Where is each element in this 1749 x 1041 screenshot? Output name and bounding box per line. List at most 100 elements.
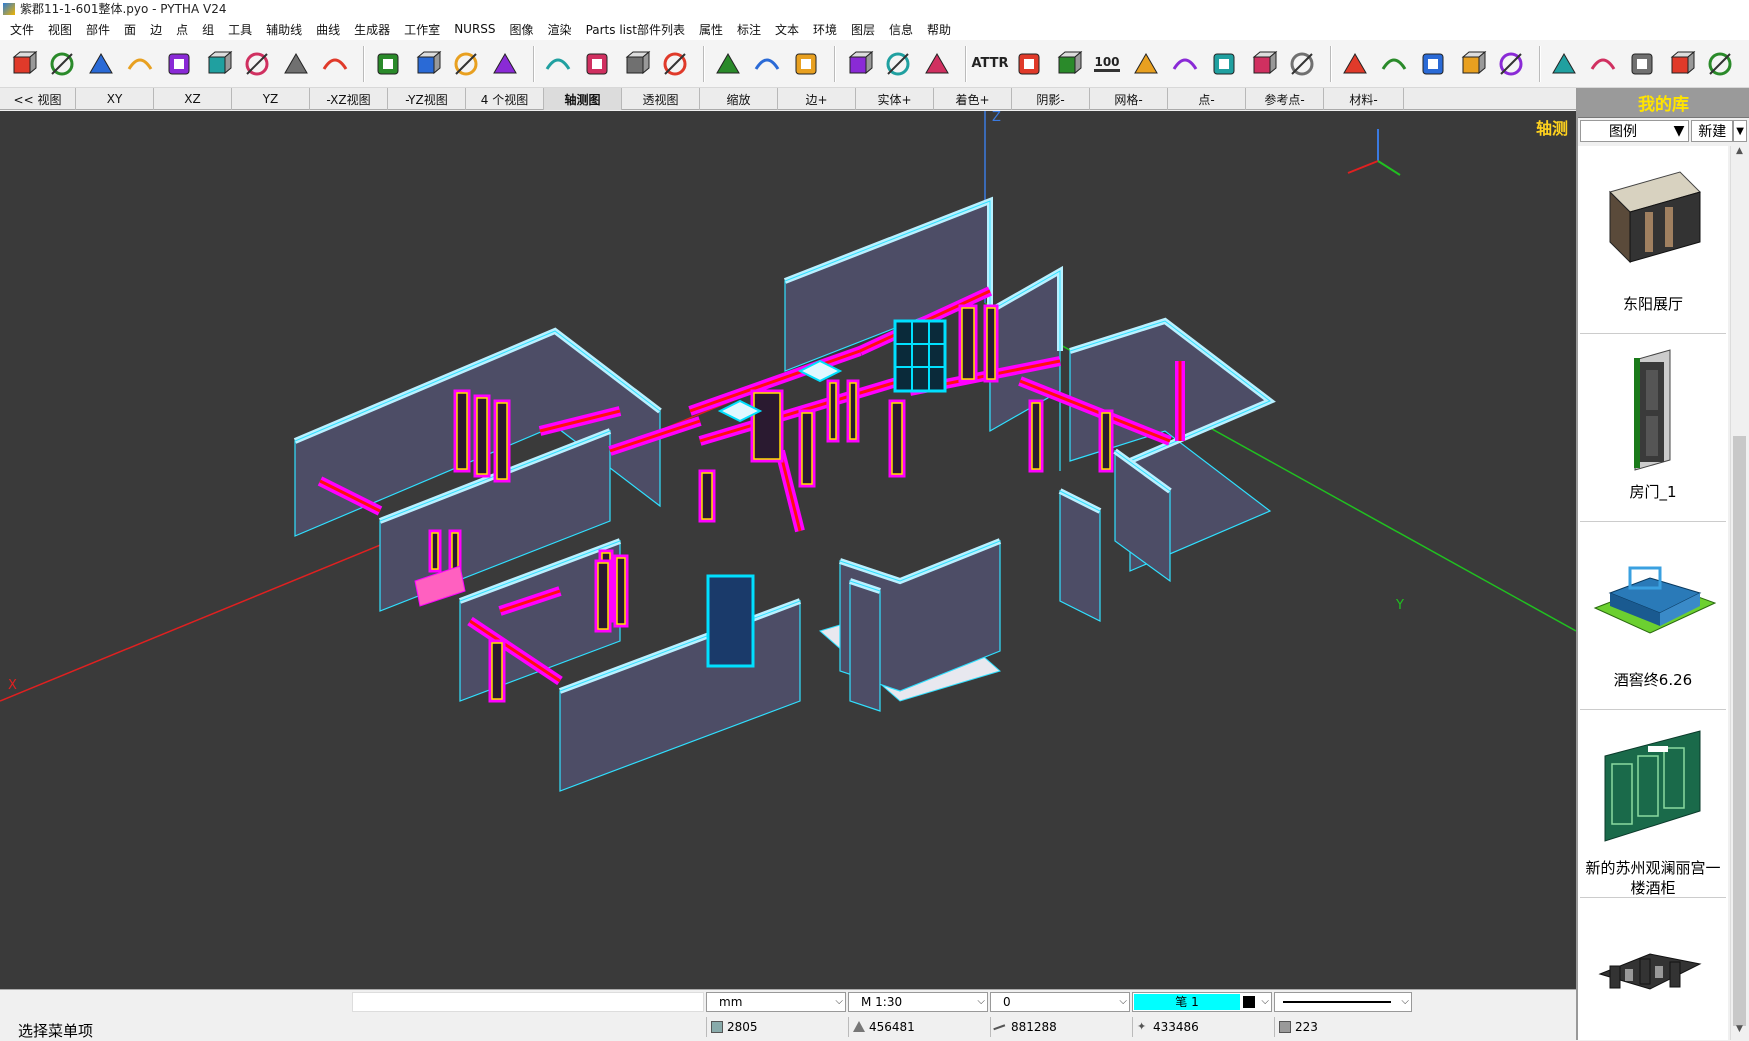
stamp-icon[interactable] [1625, 44, 1659, 84]
view-button-7[interactable]: 轴测图 [544, 88, 622, 110]
move-icon[interactable] [1416, 44, 1450, 84]
menu-item-6[interactable]: 组 [196, 21, 222, 38]
layer-select[interactable]: 0 ⌵ [990, 992, 1130, 1012]
scroll-thumb[interactable] [1733, 436, 1746, 1026]
green-shape-icon[interactable] [45, 44, 79, 84]
gear-icon[interactable] [240, 44, 274, 84]
sheet-icon[interactable] [318, 44, 352, 84]
menu-item-5[interactable]: 点 [170, 21, 196, 38]
scroll-down-icon[interactable]: ▼ [1733, 1024, 1746, 1040]
text-replace-icon[interactable] [1703, 44, 1737, 84]
hatch-icon[interactable] [1168, 44, 1202, 84]
cube-icon[interactable] [6, 44, 40, 84]
view-button-12[interactable]: 着色+ [934, 88, 1012, 110]
view-button-5[interactable]: -YZ视图 [388, 88, 466, 110]
ruler-100-icon[interactable]: 100 [1090, 44, 1124, 84]
cup-icon[interactable] [842, 44, 876, 84]
library-item[interactable]: 新的苏州观澜丽宫一楼酒柜 [1580, 710, 1726, 898]
library-item[interactable]: 东阳展厅 [1580, 146, 1726, 334]
menu-item-8[interactable]: 辅助线 [260, 21, 310, 38]
unit-select[interactable]: mm ⌵ [706, 992, 846, 1012]
legend-select[interactable]: 图例 ▼ [1580, 120, 1690, 142]
redo-icon[interactable] [920, 44, 954, 84]
view-button-11[interactable]: 实体+ [856, 88, 934, 110]
view-button-4[interactable]: -XZ视图 [310, 88, 388, 110]
menu-item-16[interactable]: 属性 [693, 21, 731, 38]
new-button[interactable]: 新建 [1691, 120, 1734, 142]
menu-item-11[interactable]: 工作室 [398, 21, 448, 38]
attr-icon[interactable]: ATTR [971, 44, 1008, 84]
view-button-1[interactable]: XY [76, 88, 154, 110]
export-up-icon[interactable] [711, 44, 745, 84]
water-drop-icon[interactable] [789, 44, 823, 84]
menu-item-7[interactable]: 工具 [222, 21, 260, 38]
part-arrows-icon[interactable] [1455, 44, 1489, 84]
part-rotate-icon[interactable] [1494, 44, 1528, 84]
view-button-10[interactable]: 边+ [778, 88, 856, 110]
pen-icon[interactable] [1586, 44, 1620, 84]
eye-icon[interactable] [619, 44, 653, 84]
library-item[interactable]: 房门_1 [1580, 334, 1726, 522]
hammer-cube-icon[interactable] [371, 44, 405, 84]
new-dropdown-icon[interactable]: ▼ [1733, 120, 1747, 142]
sofa-icon[interactable] [1664, 44, 1698, 84]
library-item[interactable]: 紫郡11-1-601整体 [1580, 898, 1726, 1040]
undo-icon[interactable] [881, 44, 915, 84]
view-button-8[interactable]: 透视图 [622, 88, 700, 110]
menu-item-3[interactable]: 面 [118, 21, 144, 38]
menu-item-20[interactable]: 图层 [845, 21, 883, 38]
menu-item-0[interactable]: 文件 [4, 21, 42, 38]
scale-select[interactable]: M 1:30 ⌵ [848, 992, 988, 1012]
view-button-6[interactable]: 4 个视图 [466, 88, 544, 110]
menu-item-19[interactable]: 环境 [807, 21, 845, 38]
menu-item-12[interactable]: NURSS [448, 22, 503, 36]
hammer-green-icon[interactable] [449, 44, 483, 84]
layers-icon[interactable] [1207, 44, 1241, 84]
points-icon[interactable] [123, 44, 157, 84]
delete-icon[interactable] [1377, 44, 1411, 84]
printer-icon[interactable] [658, 44, 692, 84]
curve-icon[interactable] [201, 44, 235, 84]
export-down-icon[interactable] [750, 44, 784, 84]
list-icon[interactable] [1051, 44, 1085, 84]
hammer-icon[interactable] [410, 44, 444, 84]
render-icon[interactable] [580, 44, 614, 84]
menu-item-2[interactable]: 部件 [80, 21, 118, 38]
view-button-13[interactable]: 阴影- [1012, 88, 1090, 110]
menu-item-17[interactable]: 标注 [731, 21, 769, 38]
camera-icon[interactable] [541, 44, 575, 84]
hammer-triangle-icon[interactable] [488, 44, 522, 84]
library-icon[interactable] [1547, 44, 1581, 84]
tree-icon[interactable] [1246, 44, 1280, 84]
view-button-9[interactable]: 缩放 [700, 88, 778, 110]
menu-item-15[interactable]: Parts list部件列表 [580, 21, 693, 38]
pen-select[interactable]: 笔 1 ⌵ [1132, 992, 1272, 1012]
view-button-17[interactable]: 材料- [1324, 88, 1404, 110]
library-item[interactable]: 酒窖终6.26 [1580, 522, 1726, 710]
info-icon[interactable] [1285, 44, 1319, 84]
linestyle-select[interactable]: ⌵ [1274, 992, 1412, 1012]
menu-item-22[interactable]: 帮助 [921, 21, 959, 38]
view-button-16[interactable]: 参考点- [1246, 88, 1324, 110]
copy-icon[interactable] [1129, 44, 1163, 84]
3d-viewport[interactable]: X Z Y 轴测 [0, 111, 1576, 989]
drill-icon[interactable] [279, 44, 313, 84]
view-button-2[interactable]: XZ [154, 88, 232, 110]
view-button-0[interactable]: << 视图 [0, 88, 76, 110]
library-scrollbar[interactable]: ▲ ▼ [1730, 146, 1747, 1040]
menu-item-4[interactable]: 边 [144, 21, 170, 38]
menu-item-18[interactable]: 文本 [769, 21, 807, 38]
triangle-icon[interactable] [84, 44, 118, 84]
menu-item-10[interactable]: 生成器 [348, 21, 398, 38]
circle-icon[interactable] [162, 44, 196, 84]
view-button-14[interactable]: 网格- [1090, 88, 1168, 110]
menu-item-9[interactable]: 曲线 [310, 21, 348, 38]
menu-item-21[interactable]: 信息 [883, 21, 921, 38]
view-button-3[interactable]: YZ [232, 88, 310, 110]
document-icon[interactable] [1012, 44, 1046, 84]
menu-item-1[interactable]: 视图 [42, 21, 80, 38]
rotate-icon[interactable] [1338, 44, 1372, 84]
menu-item-13[interactable]: 图像 [504, 21, 542, 38]
view-button-15[interactable]: 点- [1168, 88, 1246, 110]
menu-item-14[interactable]: 渲染 [542, 21, 580, 38]
